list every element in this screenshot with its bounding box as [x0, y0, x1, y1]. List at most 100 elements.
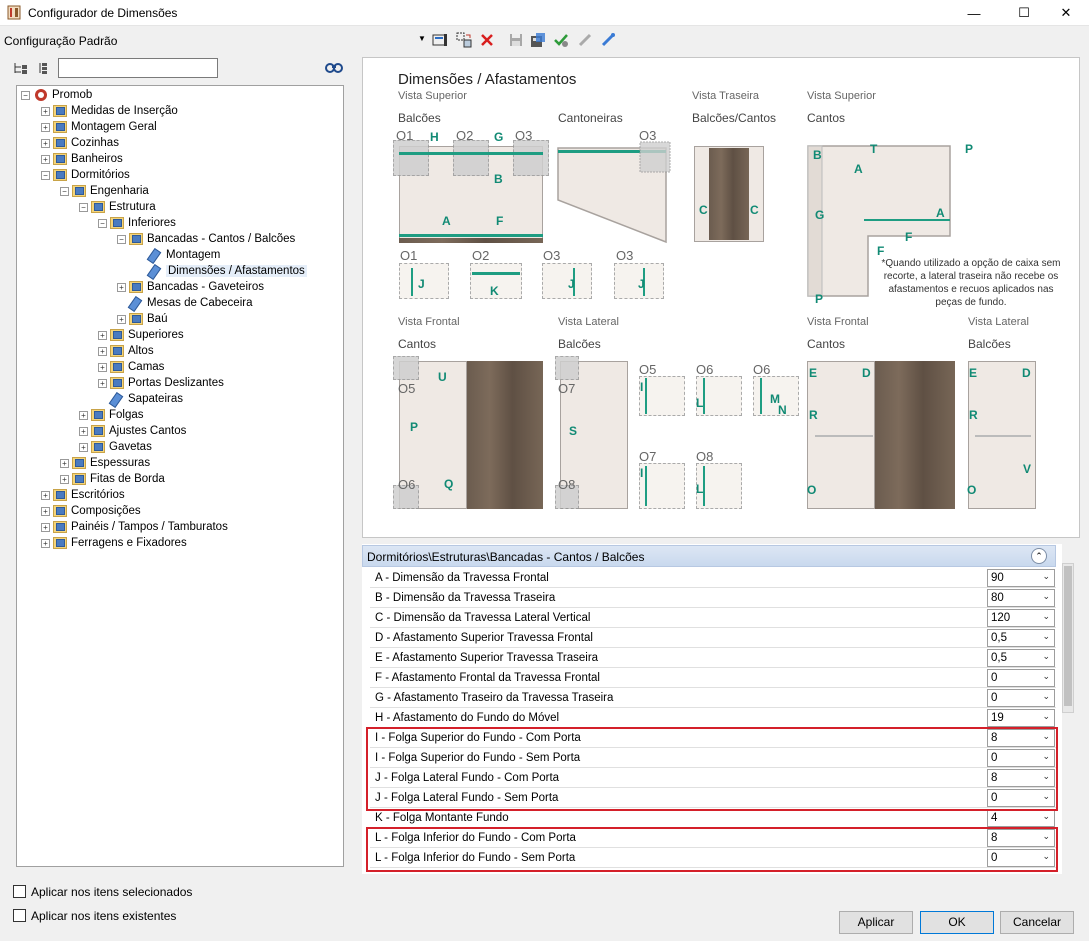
- tree-item[interactable]: + Bancadas - Gaveteiros: [117, 279, 264, 295]
- property-value-select[interactable]: 120 ⌄: [987, 609, 1055, 627]
- tree-item[interactable]: + Banheiros: [41, 151, 123, 167]
- save-icon[interactable]: [507, 31, 525, 49]
- tree-item[interactable]: + Montagem Geral: [41, 119, 157, 135]
- property-row: A - Dimensão da Travessa Frontal 90 ⌄: [370, 568, 1056, 588]
- collapse-icon[interactable]: −: [21, 90, 30, 100]
- letter-p-3: P: [410, 420, 419, 434]
- folder-open-icon: [91, 201, 105, 213]
- label-o3-d: O3: [616, 248, 634, 263]
- property-value-select[interactable]: 0 ⌄: [987, 689, 1055, 707]
- folder-icon: [110, 345, 124, 357]
- tree-item[interactable]: + Escritórios: [41, 487, 125, 503]
- maximize-button[interactable]: ☐: [1001, 0, 1047, 26]
- diagram-title: Dimensões / Afastamentos: [398, 71, 577, 88]
- tree-item[interactable]: + Gavetas: [79, 439, 152, 455]
- unlink-icon[interactable]: [599, 31, 617, 49]
- property-value-select[interactable]: 0,5 ⌄: [987, 649, 1055, 667]
- edit-icon[interactable]: [431, 31, 449, 49]
- folder-icon: [110, 361, 124, 373]
- letter-j-2: J: [568, 277, 575, 291]
- delete-icon[interactable]: [478, 31, 496, 49]
- apply-selected-checkbox[interactable]: [13, 885, 26, 898]
- folder-icon: [53, 489, 67, 501]
- collapse-tree-icon[interactable]: [36, 61, 50, 78]
- property-value-select[interactable]: 90 ⌄: [987, 569, 1055, 587]
- tree-item[interactable]: + Altos: [98, 343, 154, 359]
- tree-item[interactable]: − Engenharia: [60, 183, 149, 199]
- tree-item-promob[interactable]: − Promob: [21, 87, 92, 103]
- label-o1-b: O1: [400, 248, 418, 263]
- check-icon[interactable]: [552, 31, 570, 49]
- apply-selected-label: Aplicar nos itens selecionados: [31, 885, 193, 899]
- properties-group-title: Dormitórios\Estruturas\Bancadas - Cantos…: [367, 550, 645, 564]
- link-icon[interactable]: [576, 31, 594, 49]
- tree-item[interactable]: − Bancadas - Cantos / Balcões: [117, 231, 295, 247]
- letter-p: P: [965, 142, 974, 156]
- configuration-select[interactable]: Configuração Padrão ▼: [0, 30, 428, 50]
- tree-item[interactable]: + Medidas de Inserção: [41, 103, 178, 119]
- search-input[interactable]: [58, 58, 218, 78]
- tree-item[interactable]: + Baú: [117, 311, 167, 327]
- tree-item[interactable]: Sapateiras: [110, 391, 183, 407]
- tree-item[interactable]: + Composições: [41, 503, 141, 519]
- promob-logo-icon: [35, 89, 47, 101]
- export-icon[interactable]: [529, 31, 547, 49]
- category-tree[interactable]: − Promob + Medidas de Inserção + Montagem G…: [16, 85, 344, 867]
- tree-item[interactable]: + Painéis / Tampos / Tamburatos: [41, 519, 228, 535]
- tree-item[interactable]: + Superiores: [98, 327, 184, 343]
- tree-item[interactable]: Mesas de Cabeceira: [129, 295, 252, 311]
- property-row: E - Afastamento Superior Travessa Trasei…: [370, 648, 1056, 668]
- tree-item[interactable]: + Espessuras: [60, 455, 150, 471]
- tree-item[interactable]: − Dormitórios: [41, 167, 130, 183]
- tree-item[interactable]: + Camas: [98, 359, 164, 375]
- letter-l-2: L: [696, 482, 704, 496]
- dimensions-diagram: Dimensões / Afastamentos Vista Superior …: [362, 57, 1080, 538]
- property-value-select[interactable]: 0 ⌄: [987, 669, 1055, 687]
- collapse-group-icon[interactable]: ⌃: [1031, 548, 1047, 564]
- tree-item[interactable]: + Fitas de Borda: [60, 471, 165, 487]
- properties-group-header[interactable]: Dormitórios\Estruturas\Bancadas - Cantos…: [362, 545, 1056, 567]
- search-icon[interactable]: [325, 60, 343, 77]
- close-button[interactable]: ✕: [1043, 0, 1089, 26]
- label-vista-frontal: Vista Frontal: [398, 316, 460, 328]
- apply-button[interactable]: Aplicar: [839, 911, 913, 934]
- apply-existing-label: Aplicar nos itens existentes: [31, 909, 177, 923]
- label-o5-b: O5: [639, 362, 657, 377]
- folder-icon: [91, 441, 105, 453]
- tree-item-selected[interactable]: Dimensões / Afastamentos: [148, 263, 307, 279]
- folder-icon: [53, 105, 67, 117]
- property-value-select[interactable]: 4 ⌄: [987, 809, 1055, 827]
- chevron-down-icon: ⌄: [1042, 591, 1050, 601]
- letter-i-2: I: [640, 466, 644, 480]
- label-vista-frontal-2: Vista Frontal: [807, 316, 869, 328]
- property-row: D - Afastamento Superior Travessa Fronta…: [370, 628, 1056, 648]
- label-o6: O6: [398, 477, 416, 492]
- swap-icon[interactable]: [455, 31, 473, 49]
- apply-existing-checkbox[interactable]: [13, 909, 26, 922]
- properties-scrollbar[interactable]: [1062, 563, 1074, 713]
- highlight-box: [366, 827, 1058, 872]
- minimize-button[interactable]: —: [951, 0, 997, 26]
- tree-item[interactable]: + Folgas: [79, 407, 144, 423]
- cancel-button[interactable]: Cancelar: [1000, 911, 1074, 934]
- tree-item[interactable]: + Cozinhas: [41, 135, 119, 151]
- folder-icon: [53, 153, 67, 165]
- property-value-select[interactable]: 0,5 ⌄: [987, 629, 1055, 647]
- tree-item[interactable]: Montagem: [148, 247, 220, 263]
- property-value-select[interactable]: 80 ⌄: [987, 589, 1055, 607]
- tree-item[interactable]: + Ajustes Cantos: [79, 423, 186, 439]
- scrollbar-thumb[interactable]: [1064, 566, 1072, 706]
- tree-item[interactable]: − Inferiores: [98, 215, 176, 231]
- folder-icon: [53, 521, 67, 533]
- property-row: G - Afastamento Traseiro da Travessa Tra…: [370, 688, 1056, 708]
- tree-item[interactable]: + Portas Deslizantes: [98, 375, 224, 391]
- letter-a: A: [442, 214, 451, 228]
- tree-item[interactable]: + Ferragens e Fixadores: [41, 535, 187, 551]
- expand-tree-icon[interactable]: [13, 61, 29, 78]
- tree-item[interactable]: − Estrutura: [79, 199, 156, 215]
- letter-o: O: [807, 483, 817, 497]
- ok-button[interactable]: OK: [920, 911, 994, 934]
- letter-h: H: [430, 130, 439, 144]
- property-value-select[interactable]: 19 ⌄: [987, 709, 1055, 727]
- letter-b: B: [494, 172, 503, 186]
